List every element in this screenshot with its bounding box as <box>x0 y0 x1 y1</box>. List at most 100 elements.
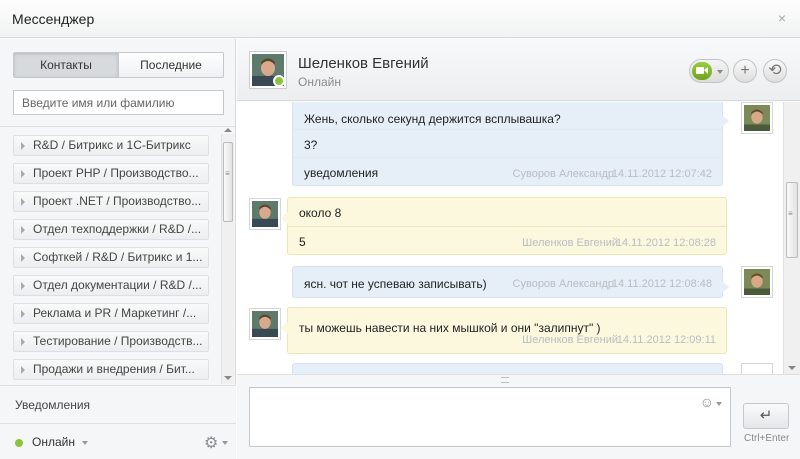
user-photo-icon <box>252 311 278 337</box>
contact-group[interactable]: Продажи и внедрения / Бит... <box>13 359 209 380</box>
message-bubble: Жень, сколько секунд держится всплывашка… <box>292 102 729 186</box>
message-timestamp: 14.11.2012 12:08:48 <box>611 278 712 290</box>
tab-contacts[interactable]: Контакты <box>14 53 119 77</box>
message-author: Шеленков Евгений <box>522 334 618 346</box>
message-line: ясн. чот не успеваю записывать) Суворов … <box>293 267 722 299</box>
contact-group[interactable]: R&D / Битрикс и 1С-Битрикс <box>13 135 209 156</box>
contact-group[interactable]: Реклама и PR / Маркетинг /... <box>13 303 209 324</box>
contact-group-list: R&D / Битрикс и 1С-Битрикс Проект PHP / … <box>0 126 236 384</box>
chevron-down-icon[interactable] <box>82 441 88 445</box>
message-author: Шеленков Евгений <box>522 237 618 249</box>
messages-scrollbar[interactable]: ≡ <box>783 102 800 374</box>
plus-icon: + <box>740 62 750 79</box>
expand-arrow-icon <box>21 338 25 346</box>
message-timestamp: 14.11.2012 12:07:42 <box>611 168 712 180</box>
contact-group-label: Проект PHP / Производство... <box>33 166 199 180</box>
contact-group[interactable]: Отдел техподдержки / R&D /... <box>13 219 209 240</box>
avatar[interactable] <box>249 308 281 340</box>
window-title: Мессенджер <box>12 11 95 27</box>
message-text: 5 <box>299 235 306 249</box>
send-button[interactable]: ↵ <box>743 403 789 429</box>
message-bubble: ты можешь навести на них мышкой и они "з… <box>281 307 727 355</box>
message-input-bar: ☺ ↵ Ctrl+Enter <box>237 374 800 459</box>
contact-group[interactable]: Отдел документации / R&D /... <box>13 275 209 296</box>
contact-group-label: Реклама и PR / Маркетинг /... <box>33 306 197 320</box>
expand-arrow-icon <box>21 310 25 318</box>
contacts-tabs: Контакты Последние <box>13 52 224 78</box>
expand-arrow-icon <box>21 226 25 234</box>
contact-group-label: Продажи и внедрения / Бит... <box>33 362 195 376</box>
contacts-scrollbar[interactable]: ≡ <box>221 128 234 384</box>
avatar[interactable] <box>741 266 773 298</box>
contact-group-label: Тестирование / Производств... <box>33 334 203 348</box>
chevron-down-icon[interactable] <box>716 402 722 406</box>
scrollbar-thumb[interactable] <box>223 142 233 222</box>
message-text: около 8 <box>299 206 342 220</box>
message-text: уведомления <box>304 166 379 180</box>
user-photo-icon <box>744 269 770 295</box>
avatar[interactable] <box>741 363 773 374</box>
camera-icon <box>692 62 712 80</box>
online-status-icon <box>273 75 285 87</box>
chat-header: Шеленков Евгений Онлайн + ⟲ <box>237 39 800 101</box>
contact-group-label: Отдел документации / R&D /... <box>33 278 202 292</box>
scroll-down-icon[interactable] <box>788 366 796 370</box>
enter-icon: ↵ <box>759 407 773 424</box>
expand-arrow-icon <box>21 198 25 206</box>
message-bubble <box>292 363 723 374</box>
user-photo-icon <box>744 105 770 131</box>
send-shortcut-hint: Ctrl+Enter <box>744 433 790 444</box>
message-timestamp: 14.11.2012 12:09:11 <box>616 334 716 346</box>
contact-group-label: R&D / Битрикс и 1С-Битрикс <box>33 138 191 152</box>
contact-status: Онлайн <box>298 75 341 89</box>
close-icon[interactable]: × <box>778 10 786 26</box>
contact-group[interactable]: Проект .NET / Производство... <box>13 191 209 212</box>
message-input[interactable]: ☺ <box>249 387 731 447</box>
contact-group-label: Проект .NET / Производство... <box>33 194 202 208</box>
resize-handle[interactable] <box>501 377 509 383</box>
scroll-down-icon[interactable] <box>224 376 232 380</box>
expand-arrow-icon <box>21 282 25 290</box>
message-author: Суворов Александр <box>512 278 614 290</box>
avatar[interactable] <box>741 102 773 134</box>
message-bubble: около 8 5 Шеленков Евгений 14.11.2012 12… <box>281 197 727 255</box>
gear-icon[interactable]: ⚙ <box>204 433 218 453</box>
message-line: 3? <box>293 129 722 157</box>
contact-group[interactable]: Тестирование / Производств... <box>13 331 209 352</box>
notifications-link[interactable]: Уведомления <box>0 385 236 423</box>
video-call-button[interactable] <box>689 59 729 83</box>
scroll-up-icon[interactable] <box>224 128 232 132</box>
contacts-panel: Контакты Последние R&D / Битрикс и 1С-Би… <box>0 39 236 459</box>
contact-name: Шеленков Евгений <box>298 55 429 72</box>
contact-group-label: Софткей / R&D / Битрикс и 1... <box>33 250 203 264</box>
history-icon: ⟲ <box>768 62 782 79</box>
expand-arrow-icon <box>21 366 25 374</box>
message-line: 5 Шеленков Евгений 14.11.2012 12:08:28 <box>288 226 726 254</box>
contact-search-input[interactable] <box>13 90 224 115</box>
tab-recent[interactable]: Последние <box>119 53 223 77</box>
message-text: ясн. чот не успеваю записывать) <box>304 277 487 291</box>
avatar[interactable] <box>249 198 281 230</box>
grip-icon: ≡ <box>225 169 230 178</box>
message-line: уведомления Суворов Александр 14.11.2012… <box>293 157 722 185</box>
add-user-button[interactable]: + <box>733 59 757 83</box>
chevron-down-icon[interactable] <box>222 441 228 445</box>
message-line: около 8 <box>288 198 726 226</box>
status-selector[interactable]: Онлайн <box>32 435 75 449</box>
message-timestamp: 14.11.2012 12:08:28 <box>615 237 716 249</box>
status-bar: Онлайн ⚙ <box>0 423 236 459</box>
user-photo-icon <box>252 201 278 227</box>
online-status-icon <box>15 439 23 447</box>
message-line: Жень, сколько секунд держится всплывашка… <box>293 102 722 129</box>
window-titlebar: Мессенджер × <box>0 0 800 38</box>
message-bubble: ясн. чот не успеваю записывать) Суворов … <box>292 266 729 299</box>
contact-group[interactable]: Проект PHP / Производство... <box>13 163 209 184</box>
smile-icon[interactable]: ☺ <box>700 394 714 410</box>
contact-group[interactable]: Софткей / R&D / Битрикс и 1... <box>13 247 209 268</box>
chevron-down-icon <box>717 70 723 74</box>
expand-arrow-icon <box>21 142 25 150</box>
history-button[interactable]: ⟲ <box>763 59 787 83</box>
message-line: ты можешь навести на них мышкой и они "з… <box>288 308 726 355</box>
message-text: Жень, сколько секунд держится всплывашка… <box>304 112 561 126</box>
scrollbar-thumb[interactable] <box>786 182 798 258</box>
